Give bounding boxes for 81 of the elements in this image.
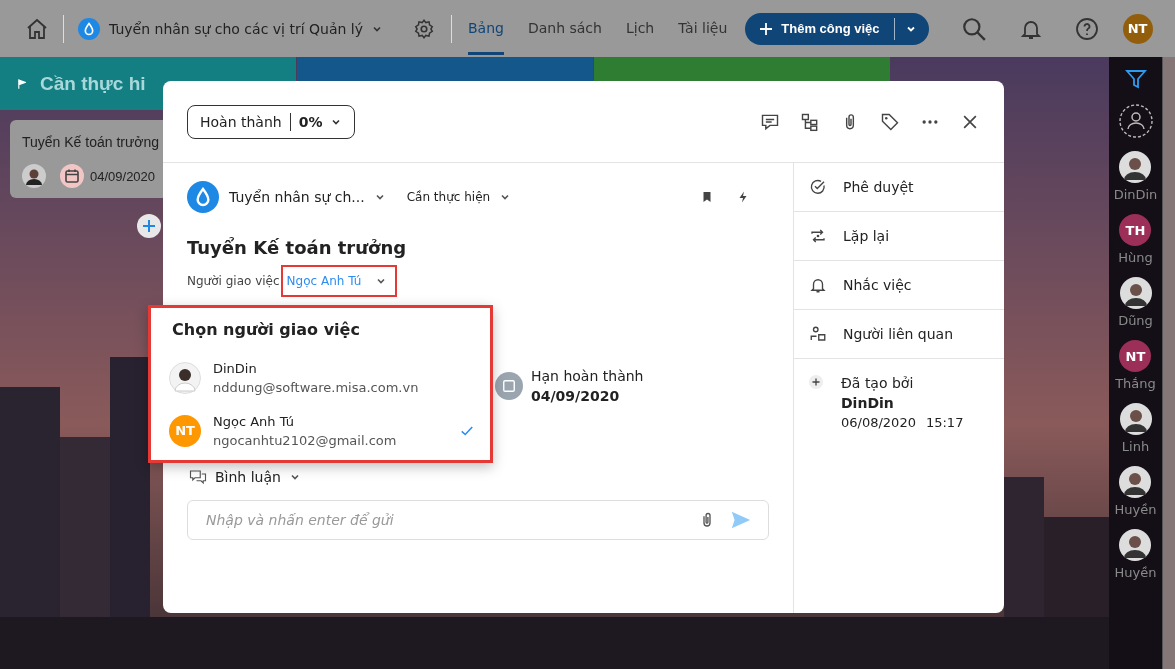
assigner-label: Người giao việc: [187, 274, 280, 288]
comment-input[interactable]: Nhập và nhấn enter để gửi: [204, 511, 684, 529]
tag-icon[interactable]: [880, 111, 900, 132]
comments-toggle[interactable]: Bình luận: [215, 469, 281, 485]
person-name: Ngọc Anh Tú: [213, 413, 295, 429]
member-avatar[interactable]: TH: [1119, 214, 1152, 246]
person-avatar[interactable]: [1119, 403, 1152, 435]
member-name: Dũng: [1118, 313, 1153, 328]
person-avatar[interactable]: [1119, 529, 1152, 561]
lightning-icon[interactable]: [737, 191, 749, 203]
person-email: ngocanhtu2102@gmail.com: [213, 432, 398, 448]
side-action[interactable]: Phê duyệt: [794, 163, 1004, 212]
project-name[interactable]: Tuyển nhân sự cho các vị trí Quản lý: [109, 20, 363, 37]
settings-icon[interactable]: [413, 17, 435, 40]
scrollbar[interactable]: [1162, 57, 1175, 669]
view-tab[interactable]: Danh sách: [527, 2, 602, 55]
person-option[interactable]: NT Ngọc Anh Tú ngocanhtu2102@gmail.com: [169, 404, 474, 457]
member-name: Hùng: [1118, 250, 1153, 265]
add-icon[interactable]: [137, 214, 161, 238]
created-date: 06/08/2020: [841, 415, 916, 430]
person-name: DinDin: [213, 360, 258, 376]
deadline-value[interactable]: 04/09/2020: [531, 388, 644, 404]
stage-select[interactable]: Cần thực hiện: [406, 190, 491, 204]
subtask-icon[interactable]: [800, 111, 820, 132]
side-action-label: Nhắc việc: [843, 277, 912, 293]
comment-field[interactable]: Nhập và nhấn enter để gửi: [187, 500, 769, 540]
person-email: nddung@software.misa.com.vn: [213, 379, 420, 395]
add-member-icon[interactable]: [1117, 103, 1154, 139]
calendar-icon: [60, 164, 84, 188]
water-drop-icon: [78, 17, 100, 40]
member-name: Thắng: [1115, 376, 1156, 391]
created-label: Đã tạo bởi: [841, 375, 915, 391]
person-option[interactable]: DinDin nddung@software.misa.com.vn: [169, 351, 474, 404]
view-tab[interactable]: Tài liệu: [678, 2, 728, 55]
member-name: Linh: [1121, 439, 1150, 454]
calendar-icon: [495, 372, 523, 400]
picker-title: Chọn người giao việc: [172, 320, 361, 339]
side-action[interactable]: Lặp lại: [794, 212, 1004, 261]
column-title: Cần thực hi: [40, 72, 146, 95]
filter-icon[interactable]: [1123, 67, 1148, 91]
created-time: 15:17: [925, 415, 964, 430]
person-avatar[interactable]: [1119, 277, 1152, 309]
side-action-label: Phê duyệt: [843, 179, 914, 195]
member-name: DinDin: [1113, 187, 1158, 202]
assigner-select[interactable]: Ngọc Anh Tú: [280, 265, 398, 297]
people-icon: [809, 325, 827, 343]
help-icon[interactable]: [1074, 16, 1099, 41]
plus-icon: [809, 375, 823, 389]
status-dropdown[interactable]: Hoàn thành 0%: [187, 104, 356, 139]
repeat-icon: [809, 227, 827, 245]
search-icon[interactable]: [960, 15, 987, 42]
person-avatar: [22, 164, 46, 188]
user-avatar[interactable]: NT: [1122, 13, 1153, 44]
progress-value: 0%: [298, 113, 323, 130]
person-avatar[interactable]: [1119, 466, 1152, 498]
person-avatar[interactable]: [1119, 151, 1152, 183]
add-task-label: Thêm công việc: [781, 21, 880, 36]
water-drop-icon: [187, 181, 219, 213]
plus-icon: [759, 21, 774, 36]
person-avatar: [169, 361, 201, 394]
side-action[interactable]: Nhắc việc: [794, 261, 1004, 310]
bookmark-icon[interactable]: [701, 191, 713, 203]
flag-icon: [18, 77, 26, 90]
member-avatar[interactable]: NT: [1119, 340, 1152, 372]
view-tab[interactable]: Lịch: [625, 2, 655, 55]
add-task-button[interactable]: Thêm công việc: [745, 12, 929, 45]
comments-icon: [189, 468, 207, 486]
check-circle-icon: [809, 178, 827, 196]
member-name: Huyền: [1114, 502, 1157, 517]
side-action[interactable]: Người liên quan: [794, 310, 1004, 359]
bell-icon: [809, 276, 827, 294]
task-title: Tuyển Kế toán trưởng: [187, 237, 408, 258]
deadline-label: Hạn hoàn thành: [531, 368, 644, 384]
home-icon[interactable]: [25, 16, 49, 41]
card-title: Tuyển Kế toán trưởng: [22, 134, 161, 150]
due-date: 04/09/2020: [90, 168, 156, 184]
creator-name: DinDin: [841, 395, 895, 411]
side-action-label: Lặp lại: [843, 228, 890, 244]
person-avatar: NT: [169, 414, 201, 447]
side-action-label: Người liên quan: [843, 326, 954, 342]
member-name: Huyền: [1114, 565, 1157, 580]
